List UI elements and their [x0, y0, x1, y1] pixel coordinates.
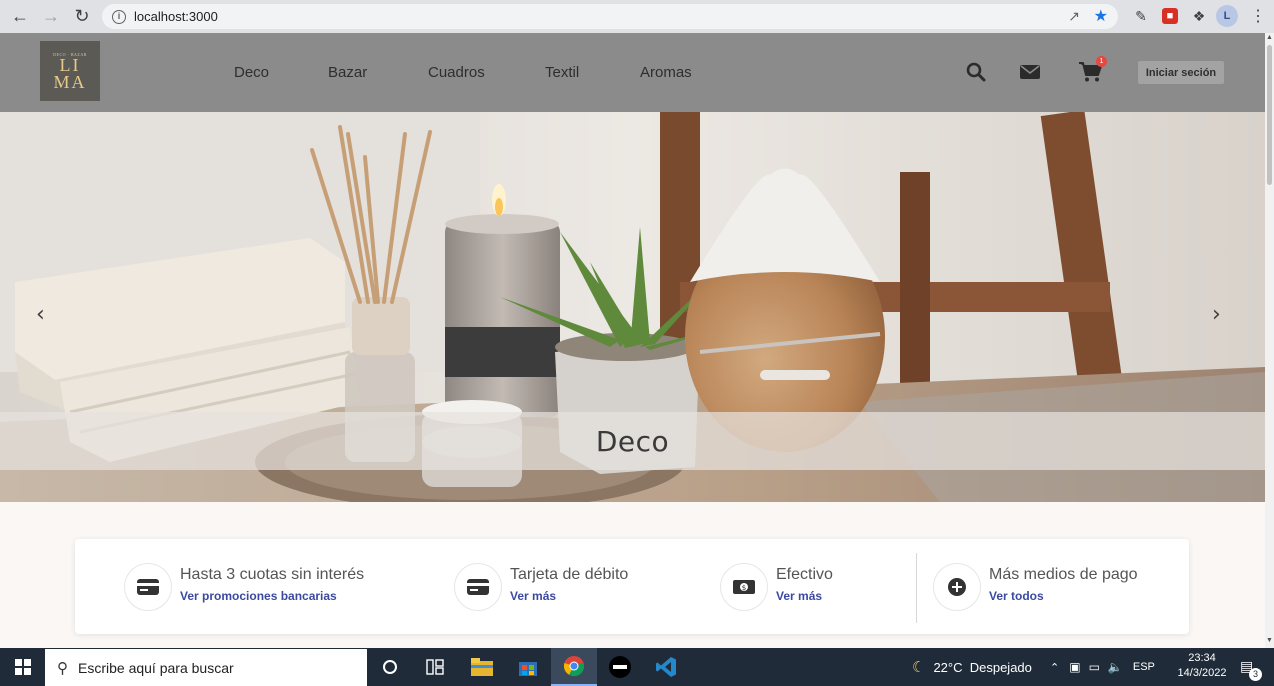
- mail-icon[interactable]: [1018, 60, 1042, 84]
- vscode-icon[interactable]: [643, 648, 689, 686]
- login-button[interactable]: Iniciar seción: [1137, 60, 1225, 85]
- chevron-up-icon[interactable]: ⌃: [1050, 661, 1059, 674]
- payment-item-cuotas[interactable]: Hasta 3 cuotas sin interés Ver promocion…: [124, 563, 364, 611]
- carousel-caption-title: Deco: [595, 424, 670, 458]
- plus-circle-icon: [933, 563, 981, 611]
- network-icon[interactable]: ▭: [1089, 660, 1100, 674]
- taskbar-search-placeholder: Escribe aquí para buscar: [78, 659, 234, 676]
- file-explorer-icon[interactable]: [459, 648, 505, 686]
- search-icon[interactable]: [964, 60, 988, 84]
- site-info-icon[interactable]: i: [112, 9, 126, 24]
- payment-link[interactable]: Ver más: [510, 589, 628, 603]
- clock-time: 23:34: [1188, 652, 1216, 664]
- menu-item-textil[interactable]: Textil: [545, 64, 579, 81]
- payment-title: Tarjeta de débito: [510, 566, 629, 583]
- reload-icon[interactable]: ↻: [68, 3, 96, 31]
- payment-title: Más medios de pago: [989, 566, 1138, 583]
- system-clock[interactable]: 23:34 14/3/2022: [1172, 651, 1232, 681]
- scroll-down-icon[interactable]: ▼: [1266, 637, 1273, 644]
- clock-date: 14/3/2022: [1177, 667, 1227, 679]
- address-bar[interactable]: i localhost:3000 ↗ ★: [102, 4, 1118, 29]
- site-header: DECO · BAZAR LI MA Deco Bazar Cuadros Te…: [0, 33, 1265, 112]
- coder-app-icon[interactable]: [597, 648, 643, 686]
- menu-item-cuadros[interactable]: Cuadros: [428, 64, 485, 81]
- cart-count-badge: 1: [1096, 56, 1107, 67]
- payment-link[interactable]: Ver más: [776, 589, 833, 603]
- carousel-next-icon[interactable]: ›: [1212, 302, 1221, 327]
- url-text: localhost:3000: [134, 9, 218, 24]
- forward-icon[interactable]: →: [37, 3, 65, 31]
- tray-icons: ⌃ ▣ ▭ 🔈 ESP: [1050, 648, 1155, 686]
- share-icon[interactable]: ↗: [1068, 8, 1080, 25]
- menu-item-deco[interactable]: Deco: [234, 64, 269, 81]
- weather-text: 22°C Despejado: [933, 659, 1032, 675]
- extensions-puzzle-icon[interactable]: ❖: [1189, 6, 1209, 26]
- page-scrollbar[interactable]: ▲ ▼: [1265, 33, 1274, 648]
- site-logo[interactable]: DECO · BAZAR LI MA: [40, 41, 100, 101]
- task-view-icon[interactable]: [412, 648, 458, 686]
- bookmark-star-icon[interactable]: ★: [1094, 6, 1108, 26]
- moon-icon: ☾: [912, 659, 926, 676]
- search-icon: ⚲: [57, 659, 68, 677]
- scrollbar-thumb[interactable]: [1267, 45, 1272, 185]
- payment-item-debit[interactable]: Tarjeta de débito Ver más: [454, 563, 628, 611]
- menu-item-aromas[interactable]: Aromas: [640, 64, 692, 81]
- extension-pen-icon[interactable]: ✎: [1131, 6, 1151, 26]
- windows-start-icon[interactable]: [0, 648, 45, 686]
- logo-line-2: MA: [53, 71, 87, 92]
- windows-taskbar: ⚲ Escribe aquí para buscar ☾ 22°C Despej…: [0, 648, 1274, 686]
- scroll-up-icon[interactable]: ▲: [1266, 34, 1273, 41]
- payment-title: Hasta 3 cuotas sin interés: [180, 566, 365, 583]
- cart-icon[interactable]: 1: [1078, 56, 1107, 84]
- hero-carousel: ‹ › Deco: [0, 112, 1265, 502]
- cash-icon: $: [720, 563, 768, 611]
- chrome-icon[interactable]: [551, 648, 597, 686]
- carousel-caption: Deco: [0, 412, 1265, 470]
- divider: [916, 553, 917, 623]
- credit-card-icon: [124, 563, 172, 611]
- svg-text:$: $: [742, 584, 746, 592]
- language-indicator[interactable]: ESP: [1133, 661, 1155, 673]
- back-icon[interactable]: ←: [6, 3, 34, 31]
- browser-toolbar: ← → ↻ i localhost:3000 ↗ ★ ✎ ■ ❖ L ⋮: [0, 0, 1274, 33]
- web-page: DECO · BAZAR LI MA Deco Bazar Cuadros Te…: [0, 33, 1265, 648]
- meet-now-icon[interactable]: ▣: [1069, 660, 1080, 674]
- payment-link[interactable]: Ver promociones bancarias: [180, 589, 364, 603]
- extension-red-icon[interactable]: ■: [1162, 8, 1178, 24]
- payment-item-cash[interactable]: $ Efectivo Ver más: [720, 563, 833, 611]
- profile-avatar[interactable]: L: [1216, 5, 1238, 27]
- payment-item-more[interactable]: Más medios de pago Ver todos: [933, 563, 1138, 611]
- screen: ← → ↻ i localhost:3000 ↗ ★ ✎ ■ ❖ L ⋮ DEC…: [0, 0, 1274, 686]
- payment-methods-card: Hasta 3 cuotas sin interés Ver promocion…: [75, 539, 1189, 634]
- payment-title: Efectivo: [776, 566, 833, 583]
- taskbar-search[interactable]: ⚲ Escribe aquí para buscar: [45, 649, 367, 686]
- debit-card-icon: [454, 563, 502, 611]
- volume-icon[interactable]: 🔈: [1108, 660, 1123, 674]
- logo-line-1: LI: [59, 54, 81, 75]
- menu-item-bazar[interactable]: Bazar: [328, 64, 367, 81]
- notification-count-badge: 3: [1249, 668, 1262, 681]
- store-icon[interactable]: [505, 648, 551, 686]
- browser-menu-icon[interactable]: ⋮: [1250, 6, 1266, 26]
- carousel-prev-icon[interactable]: ‹: [36, 302, 45, 327]
- weather-widget[interactable]: ☾ 22°C Despejado: [912, 648, 1032, 686]
- cortana-icon[interactable]: [367, 648, 413, 686]
- payment-link[interactable]: Ver todos: [989, 589, 1138, 603]
